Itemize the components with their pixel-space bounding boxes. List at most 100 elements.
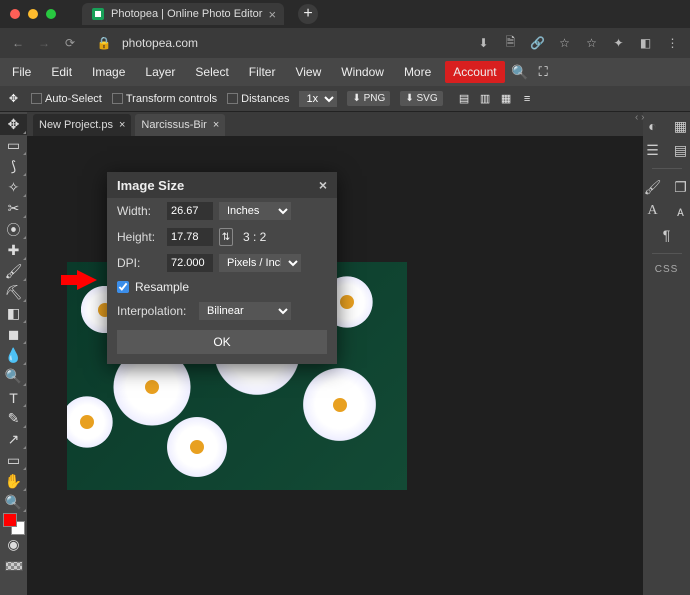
- paragraph-panel-icon[interactable]: ¶: [658, 227, 676, 243]
- dpi-input[interactable]: [167, 254, 213, 272]
- aspect-ratio: 3 : 2: [243, 230, 266, 244]
- brush-tool[interactable]: 🖌: [0, 261, 27, 282]
- panel-handle-icon[interactable]: ‹ ›: [635, 112, 644, 123]
- new-tab-button[interactable]: +: [298, 4, 318, 24]
- right-panel: ‹ › ◐ ▦ ☰ ▤ 🖌 ❐ A ᴀ ¶ CSS: [643, 112, 690, 595]
- doc-tab-label: New Project.ps: [39, 119, 113, 131]
- link-dimensions-icon[interactable]: ⇅: [219, 228, 233, 246]
- align-center-icon[interactable]: ▥: [478, 91, 493, 106]
- brushes-panel-icon[interactable]: 🖌: [644, 179, 662, 195]
- quickmask-tool[interactable]: ◉: [0, 534, 27, 555]
- menu-filter[interactable]: Filter: [243, 61, 282, 83]
- close-icon[interactable]: ×: [213, 119, 219, 131]
- history-panel-icon[interactable]: ◐: [644, 118, 662, 134]
- browser-url-bar: ← → ⟳ 🔒 photopea.com ⬇ 🗎 🔗 ☆ ☆ ✦ ◧ ⋮: [0, 28, 690, 58]
- css-panel-label[interactable]: CSS: [655, 264, 679, 275]
- menu-select[interactable]: Select: [189, 61, 234, 83]
- doc-tab-new-project[interactable]: New Project.ps ×: [33, 114, 131, 136]
- resample-checkbox[interactable]: [117, 281, 129, 293]
- auto-select-toggle[interactable]: Auto-Select: [31, 93, 102, 105]
- menu-image[interactable]: Image: [86, 61, 131, 83]
- interpolation-select[interactable]: Bilinear: [199, 302, 291, 320]
- dpi-label: DPI:: [117, 256, 161, 270]
- install-icon[interactable]: ⬇: [476, 36, 491, 51]
- swatches-panel-icon[interactable]: ▦: [672, 118, 690, 134]
- image-size-dialog: Image Size × Width: Inches Height: ⇅ 3 :…: [107, 172, 337, 364]
- fullscreen-icon[interactable]: ⛶: [536, 65, 551, 80]
- layers-panel-icon[interactable]: ❐: [672, 179, 690, 195]
- close-icon[interactable]: ×: [119, 119, 125, 131]
- transform-controls-toggle[interactable]: Transform controls: [112, 93, 217, 105]
- annotation-arrow-icon: [77, 270, 97, 290]
- account-button[interactable]: Account: [445, 61, 504, 83]
- option-bar: ✥ Auto-Select Transform controls Distanc…: [0, 86, 690, 112]
- export-svg-button[interactable]: ⬇ SVG: [400, 91, 442, 106]
- move-tool[interactable]: ✥: [0, 114, 27, 135]
- maximize-window-icon[interactable]: [46, 9, 56, 19]
- heal-tool[interactable]: ✚: [0, 240, 27, 261]
- height-input[interactable]: [167, 228, 213, 246]
- path-tool[interactable]: ↗: [0, 429, 27, 450]
- distances-toggle[interactable]: Distances: [227, 93, 289, 105]
- menu-window[interactable]: Window: [335, 61, 390, 83]
- minimize-window-icon[interactable]: [28, 9, 38, 19]
- menu-file[interactable]: File: [6, 61, 37, 83]
- adjustments-panel-icon[interactable]: ☰: [644, 142, 662, 158]
- back-icon[interactable]: ←: [10, 36, 26, 50]
- eyedropper-tool[interactable]: ⦿: [0, 219, 27, 240]
- lasso-tool[interactable]: ⟆: [0, 156, 27, 177]
- star-icon[interactable]: ☆: [584, 36, 599, 51]
- properties-panel-icon[interactable]: ▤: [672, 142, 690, 158]
- wand-tool[interactable]: ✧: [0, 177, 27, 198]
- pen-tool[interactable]: ✎: [0, 408, 27, 429]
- stamp-tool[interactable]: ⛏: [0, 282, 27, 303]
- screenmode-tool[interactable]: [0, 555, 27, 576]
- color-swatch[interactable]: [0, 513, 27, 534]
- width-input[interactable]: [167, 202, 213, 220]
- zoom-tool[interactable]: 🔍: [0, 492, 27, 513]
- blur-tool[interactable]: 💧: [0, 345, 27, 366]
- browser-tab[interactable]: Photopea | Online Photo Editor ×: [82, 3, 284, 25]
- menu-view[interactable]: View: [289, 61, 327, 83]
- close-tab-icon[interactable]: ×: [268, 7, 276, 22]
- menu-icon[interactable]: ⋮: [665, 36, 680, 51]
- character-panel-icon[interactable]: A: [644, 203, 662, 219]
- export-png-button[interactable]: ⬇ PNG: [347, 91, 390, 106]
- distribute-icon[interactable]: ≡: [520, 91, 535, 106]
- share-icon[interactable]: 🔗: [530, 36, 545, 51]
- close-dialog-icon[interactable]: ×: [319, 177, 327, 193]
- sidepanel-icon[interactable]: ◧: [638, 36, 653, 51]
- forward-icon[interactable]: →: [36, 36, 52, 50]
- align-right-icon[interactable]: ▦: [499, 91, 514, 106]
- search-icon[interactable]: 🔍: [513, 65, 528, 80]
- ok-button[interactable]: OK: [117, 330, 327, 354]
- dialog-header[interactable]: Image Size ×: [107, 172, 337, 198]
- dpi-units-select[interactable]: Pixels / Inch: [219, 254, 301, 272]
- align-left-icon[interactable]: ▤: [457, 91, 472, 106]
- page-icon[interactable]: 🗎: [503, 36, 518, 51]
- glyphs-panel-icon[interactable]: ᴀ: [672, 203, 690, 219]
- marquee-tool[interactable]: ▭: [0, 135, 27, 156]
- browser-tab-title: Photopea | Online Photo Editor: [111, 8, 262, 20]
- url-text[interactable]: photopea.com: [122, 36, 198, 50]
- zoom-select[interactable]: 1x: [299, 91, 337, 107]
- dodge-tool[interactable]: 🔍: [0, 366, 27, 387]
- type-tool[interactable]: T: [0, 387, 27, 408]
- eraser-tool[interactable]: ◧: [0, 303, 27, 324]
- crop-tool[interactable]: ✂: [0, 198, 27, 219]
- doc-tab-narcissus[interactable]: Narcissus-Bir ×: [135, 114, 225, 136]
- width-label: Width:: [117, 204, 161, 218]
- menu-more[interactable]: More: [398, 61, 437, 83]
- hand-tool[interactable]: ✋: [0, 471, 27, 492]
- bookmark-icon[interactable]: ☆: [557, 36, 572, 51]
- doc-tab-label: Narcissus-Bir: [141, 119, 206, 131]
- extensions-icon[interactable]: ✦: [611, 36, 626, 51]
- document-tabs: New Project.ps × Narcissus-Bir ×: [27, 112, 643, 136]
- reload-icon[interactable]: ⟳: [62, 36, 78, 50]
- width-units-select[interactable]: Inches: [219, 202, 291, 220]
- gradient-tool[interactable]: ◼: [0, 324, 27, 345]
- menu-layer[interactable]: Layer: [139, 61, 181, 83]
- shape-tool[interactable]: ▭: [0, 450, 27, 471]
- close-window-icon[interactable]: [10, 9, 20, 19]
- menu-edit[interactable]: Edit: [45, 61, 78, 83]
